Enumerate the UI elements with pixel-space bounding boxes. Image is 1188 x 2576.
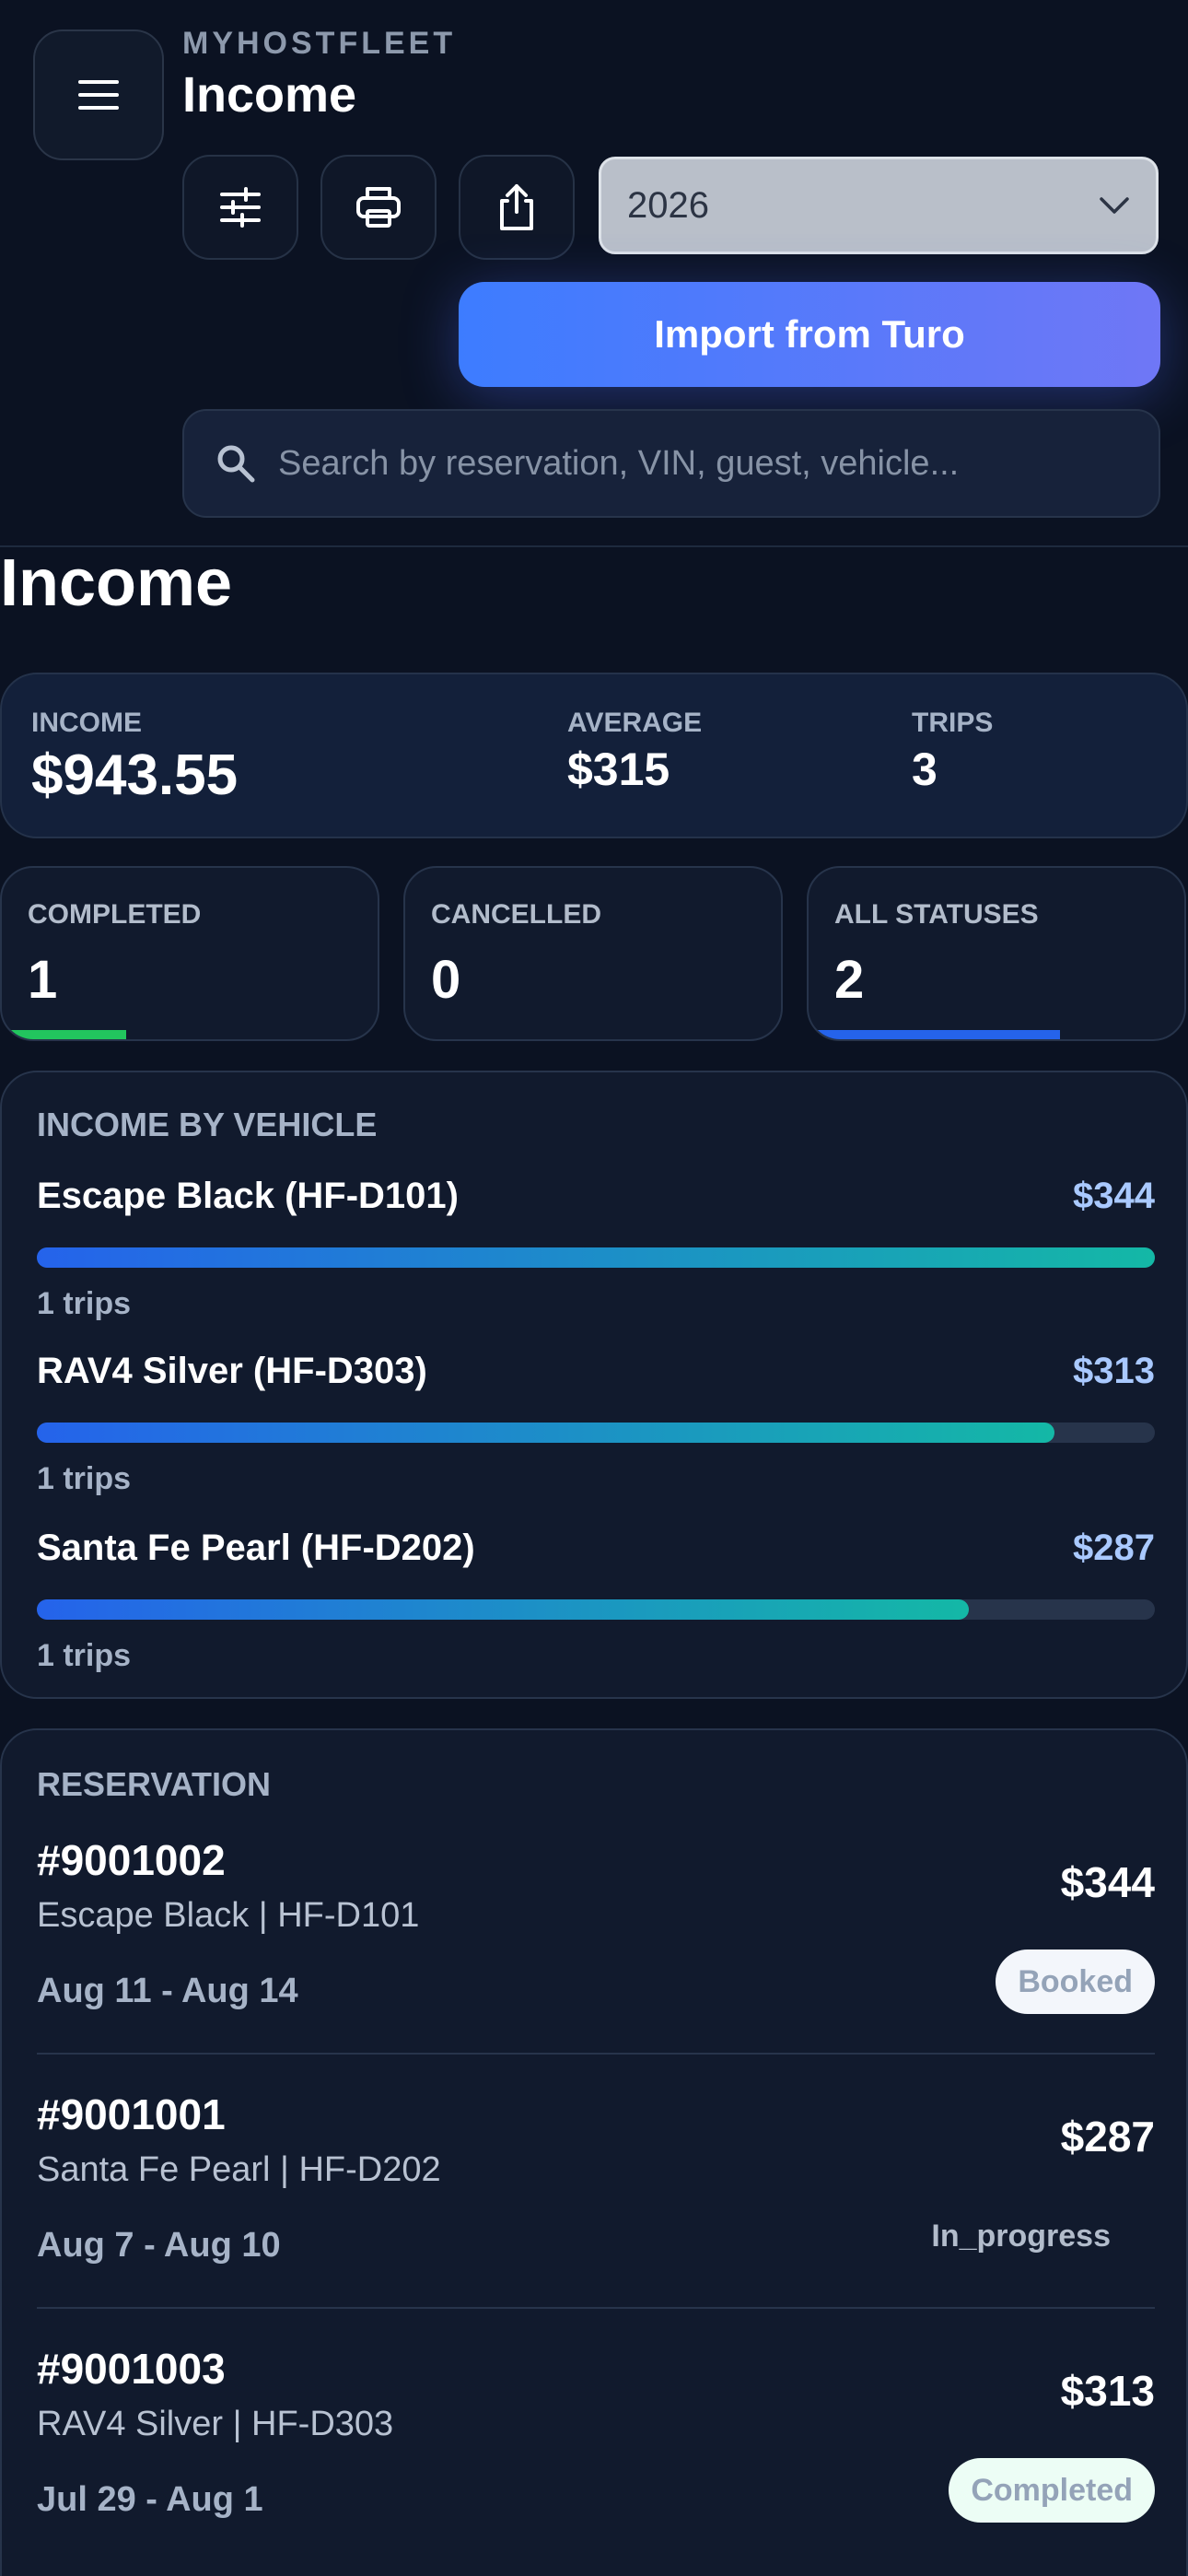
reservation-vehicle: Santa Fe Pearl | HF-D202 — [37, 2150, 441, 2189]
status-badge: In_progress — [931, 2218, 1111, 2254]
status-count: 0 — [431, 950, 461, 1010]
year-select[interactable]: 2026 — [599, 157, 1159, 254]
status-label: CANCELLED — [431, 899, 601, 930]
trips-stat: TRIPS 3 — [912, 708, 993, 796]
status-card-all-statuses[interactable]: ALL STATUSES 2 — [807, 866, 1186, 1041]
vehicle-amount: $313 — [1073, 1351, 1155, 1391]
reservation-row[interactable]: #9001001 Santa Fe Pearl | HF-D202 Aug 7 … — [37, 2090, 1155, 2274]
status-badge: Booked — [996, 1950, 1155, 2014]
reservations-card: RESERVATION #9001002 Escape Black | HF-D… — [0, 1728, 1188, 2576]
income-label: INCOME — [31, 708, 142, 738]
trips-label: TRIPS — [912, 708, 994, 738]
vehicle-amount: $287 — [1073, 1528, 1155, 1568]
search-bar — [182, 409, 1160, 518]
income-value: $943.55 — [31, 744, 239, 807]
share-icon — [500, 184, 533, 230]
vehicle-row: RAV4 Silver (HF-D303) $313 1 trips — [37, 1351, 1155, 1496]
vehicle-trips: 1 trips — [37, 1638, 132, 1673]
hamburger-icon — [78, 80, 119, 110]
status-count: 2 — [834, 950, 865, 1010]
vehicle-bar-track — [37, 1247, 1155, 1268]
income-by-vehicle-card: INCOME BY VEHICLE Escape Black (HF-D101)… — [0, 1071, 1188, 1699]
average-value: $315 — [567, 744, 670, 795]
sliders-icon — [220, 187, 261, 228]
row-divider — [37, 2053, 1155, 2055]
status-bar — [2, 1030, 126, 1039]
vehicle-amount: $344 — [1073, 1176, 1155, 1216]
status-card-cancelled[interactable]: CANCELLED 0 — [403, 866, 783, 1041]
status-count: 1 — [28, 950, 58, 1010]
printer-icon — [356, 187, 401, 228]
status-badge: Completed — [949, 2458, 1155, 2523]
search-icon — [217, 445, 255, 483]
status-label: COMPLETED — [28, 899, 202, 930]
import-from-turo-button[interactable]: Import from Turo — [459, 282, 1160, 387]
chevron-down-icon — [1100, 197, 1129, 214]
average-stat: AVERAGE $315 — [567, 708, 702, 796]
menu-button[interactable] — [33, 29, 164, 160]
reservation-vehicle: RAV4 Silver | HF-D303 — [37, 2405, 394, 2443]
income-summary-card: INCOME $943.55 AVERAGE $315 TRIPS 3 — [0, 673, 1188, 838]
vehicle-bar-track — [37, 1423, 1155, 1443]
vehicle-name: Santa Fe Pearl (HF-D202) — [37, 1528, 475, 1568]
vehicle-name: RAV4 Silver (HF-D303) — [37, 1351, 427, 1391]
reservation-amount: $344 — [1060, 1858, 1155, 1906]
status-card-completed[interactable]: COMPLETED 1 — [0, 866, 379, 1041]
vehicle-bar-fill — [37, 1599, 970, 1620]
status-label: ALL STATUSES — [834, 899, 1039, 930]
income-stat: INCOME $943.55 — [31, 708, 238, 808]
reservation-dates: Aug 11 - Aug 14 — [37, 1972, 298, 2010]
vehicle-bar-track — [37, 1599, 1155, 1620]
reservation-id: #9001001 — [37, 2090, 226, 2138]
print-button[interactable] — [320, 155, 437, 260]
row-divider — [37, 2307, 1155, 2309]
app-header: MYHOSTFLEET Income 2026 Import from Turo — [0, 0, 1188, 547]
reservation-row[interactable]: #9001003 RAV4 Silver | HF-D303 Jul 29 - … — [37, 2344, 1155, 2528]
reservation-dates: Aug 7 - Aug 10 — [37, 2226, 281, 2265]
vehicle-name: Escape Black (HF-D101) — [37, 1176, 459, 1216]
brand-name: MYHOSTFLEET — [182, 26, 457, 61]
page-title: Income — [182, 67, 357, 123]
section-title: Income — [0, 546, 233, 620]
vehicle-row: Escape Black (HF-D101) $344 1 trips — [37, 1176, 1155, 1321]
trips-value: 3 — [912, 744, 938, 795]
card-heading: RESERVATION — [37, 1765, 272, 1803]
search-input[interactable] — [278, 443, 1159, 484]
average-label: AVERAGE — [567, 708, 703, 738]
reservation-id: #9001002 — [37, 1836, 226, 1884]
reservation-amount: $313 — [1060, 2367, 1155, 2415]
status-bar — [809, 1030, 1061, 1039]
vehicle-row: Santa Fe Pearl (HF-D202) $287 1 trips — [37, 1528, 1155, 1673]
reservation-dates: Jul 29 - Aug 1 — [37, 2480, 263, 2519]
card-heading: INCOME BY VEHICLE — [37, 1106, 378, 1143]
vehicle-bar-fill — [37, 1247, 1155, 1268]
reservation-vehicle: Escape Black | HF-D101 — [37, 1896, 420, 1935]
vehicle-trips: 1 trips — [37, 1461, 132, 1496]
vehicle-trips: 1 trips — [37, 1286, 132, 1321]
filter-button[interactable] — [182, 155, 298, 260]
reservation-row[interactable]: #9001002 Escape Black | HF-D101 Aug 11 -… — [37, 1835, 1155, 2020]
share-button[interactable] — [459, 155, 575, 260]
reservation-id: #9001003 — [37, 2345, 226, 2393]
year-select-value: 2026 — [627, 184, 709, 226]
vehicle-bar-fill — [37, 1423, 1054, 1443]
reservation-amount: $287 — [1060, 2113, 1155, 2160]
